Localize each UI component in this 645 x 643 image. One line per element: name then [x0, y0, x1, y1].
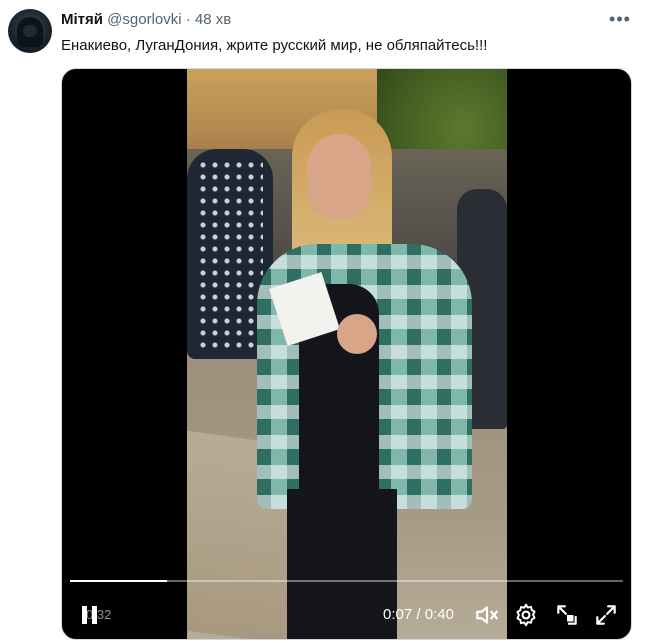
video-scene: [187, 69, 507, 639]
overlay-duration: 0:32: [86, 607, 112, 622]
time-separator: /: [412, 606, 425, 623]
progress-fill: [70, 580, 167, 582]
separator-dot: ·: [185, 11, 191, 28]
tweet-text: Енакиево, ЛуганДония, жрите русский мир,…: [61, 37, 488, 54]
timestamp[interactable]: 48 хв: [195, 11, 231, 28]
avatar-face: [23, 25, 37, 37]
person-hand: [337, 314, 377, 354]
video-frame: [187, 69, 507, 639]
gear-icon[interactable]: [513, 602, 539, 628]
tweet-header: Мітяй @sgorlovki · 48 хв: [61, 11, 231, 29]
fullscreen-icon[interactable]: [593, 602, 619, 628]
picture-in-picture-icon[interactable]: [554, 602, 580, 628]
total-time: 0:40: [424, 606, 454, 623]
more-icon[interactable]: •••: [604, 6, 636, 32]
avatar[interactable]: [8, 9, 52, 53]
mute-icon[interactable]: [474, 602, 500, 628]
person-face: [307, 134, 371, 220]
current-time: 0:07: [383, 606, 413, 623]
progress-bar[interactable]: [70, 580, 623, 582]
author-handle[interactable]: @sgorlovki: [107, 11, 181, 28]
video-controls: 0:32 0:07 / 0:40: [62, 597, 631, 633]
timecode: 0:07 / 0:40: [383, 606, 454, 623]
author-name[interactable]: Мітяй: [61, 11, 103, 28]
video-player[interactable]: 0:32 0:07 / 0:40: [61, 68, 632, 640]
